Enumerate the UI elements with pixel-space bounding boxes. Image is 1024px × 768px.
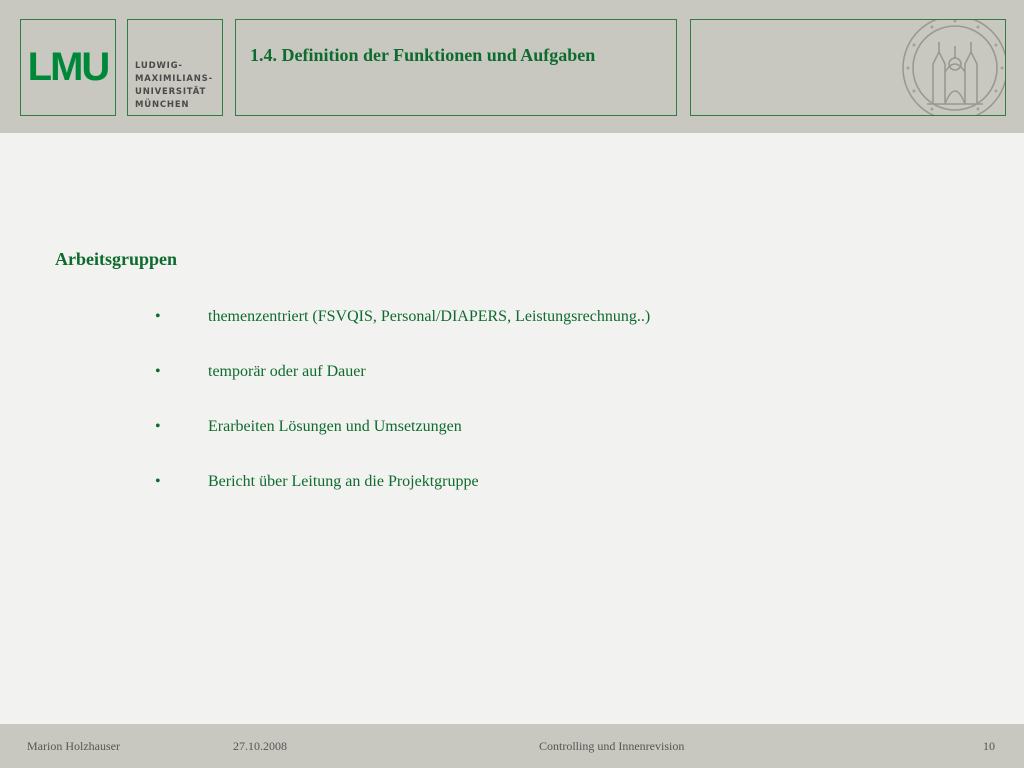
slide-title: 1.4. Definition der Funktionen und Aufga…	[250, 45, 596, 65]
lmu-logo: LMU	[20, 19, 116, 116]
section-heading: Arbeitsgruppen	[55, 249, 178, 269]
slide-title-box: 1.4. Definition der Funktionen und Aufga…	[235, 19, 677, 116]
bullet-glyph: •	[155, 473, 161, 490]
university-name-line: MAXIMILIANS-	[135, 74, 213, 84]
footer-topic: Controlling und Innenrevision	[539, 739, 685, 753]
seal-box	[690, 19, 1006, 116]
bullet-text: themenzentriert (FSVQIS, Personal/DIAPER…	[208, 308, 651, 325]
bullet-text: Erarbeiten Lösungen und Umsetzungen	[208, 418, 462, 435]
bullet-text: temporär oder auf Dauer	[208, 363, 366, 380]
list-item: • Bericht über Leitung an die Projektgru…	[155, 473, 650, 528]
list-item: • themenzentriert (FSVQIS, Personal/DIAP…	[155, 308, 650, 363]
list-item: • temporär oder auf Dauer	[155, 363, 650, 418]
bullet-list: • themenzentriert (FSVQIS, Personal/DIAP…	[155, 308, 650, 528]
university-name-line: MÜNCHEN	[135, 100, 190, 110]
footer-band	[0, 724, 1024, 768]
footer-page-number: 10	[983, 739, 995, 753]
bullet-text: Bericht über Leitung an die Projektgrupp…	[208, 473, 479, 490]
footer-date: 27.10.2008	[233, 739, 287, 753]
lmu-logo-text: LMU	[27, 45, 111, 89]
bullet-glyph: •	[155, 418, 161, 435]
university-name-line: LUDWIG-	[135, 61, 183, 71]
university-name-line: UNIVERSITÄT	[135, 87, 207, 97]
list-item: • Erarbeiten Lösungen und Umsetzungen	[155, 418, 650, 473]
bullet-glyph: •	[155, 308, 161, 325]
bullet-glyph: •	[155, 363, 161, 380]
university-name: LUDWIG- MAXIMILIANS- UNIVERSITÄT MÜNCHEN	[127, 19, 223, 116]
university-seal-icon	[902, 20, 1005, 115]
footer-author: Marion Holzhauser	[27, 739, 120, 753]
